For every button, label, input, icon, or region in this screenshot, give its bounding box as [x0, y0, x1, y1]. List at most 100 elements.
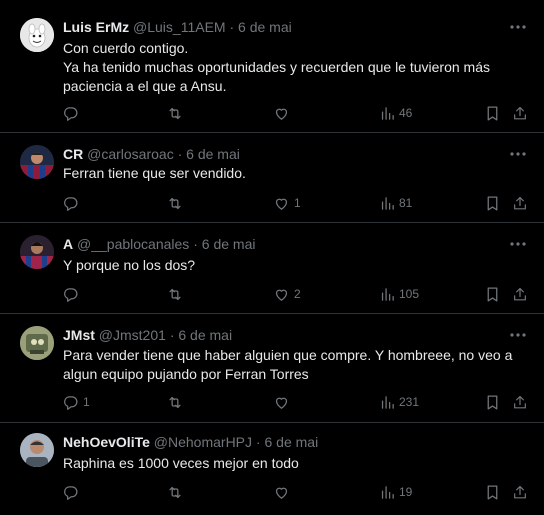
author-name[interactable]: CR — [63, 146, 83, 162]
author-handle[interactable]: @Luis_11AEM — [133, 19, 226, 35]
views-button[interactable]: 46 — [380, 103, 412, 123]
timestamp[interactable]: 6 de mai — [186, 146, 240, 162]
reply-button[interactable]: 1 — [62, 392, 90, 412]
retweet-button[interactable] — [166, 392, 184, 412]
tweet-text-line: Ferran tiene que ser vendido. — [63, 165, 246, 181]
bookmark-button[interactable] — [485, 482, 500, 502]
reply-button[interactable] — [62, 482, 83, 502]
heart-icon — [275, 198, 288, 210]
bookmark-icon — [487, 195, 498, 211]
more-dots-icon — [510, 242, 526, 246]
tweet-text-line: paciencia a el que a Ansu. — [63, 78, 227, 94]
tweet-text: Con cuerdo contigo. Ya ha tenido muchas … — [63, 39, 523, 96]
views-button[interactable]: 231 — [380, 392, 419, 412]
like-button[interactable] — [273, 482, 294, 502]
retweet-button[interactable] — [166, 103, 184, 123]
more-dots-icon — [510, 25, 526, 29]
reply-button[interactable] — [62, 103, 83, 123]
like-button[interactable] — [273, 392, 294, 412]
reply-button[interactable] — [62, 284, 83, 304]
bookmark-button[interactable] — [485, 284, 500, 304]
author-handle[interactable]: @NehomarHPJ — [154, 434, 252, 450]
timestamp[interactable]: 6 de mai — [202, 236, 256, 252]
timestamp[interactable]: 6 de mai — [178, 327, 232, 343]
retweet-icon — [169, 107, 181, 119]
separator: · — [229, 19, 235, 35]
author-name[interactable]: A — [63, 236, 73, 252]
view-count: 231 — [399, 395, 420, 409]
retweet-button[interactable] — [166, 284, 184, 304]
like-button[interactable]: 2 — [273, 284, 301, 304]
share-button[interactable] — [512, 284, 528, 304]
reply-button[interactable] — [62, 193, 83, 213]
author-handle[interactable]: @Jmst201 — [99, 327, 166, 343]
share-button[interactable] — [512, 103, 528, 123]
views-chart-icon — [381, 395, 394, 409]
view-count: 19 — [399, 485, 413, 499]
share-icon — [514, 485, 526, 498]
separator: · — [177, 146, 183, 162]
more-options-button[interactable] — [510, 236, 526, 252]
tweet-actions: 19 — [0, 482, 544, 502]
timestamp[interactable]: 6 de mai — [238, 19, 292, 35]
more-options-button[interactable] — [510, 146, 526, 162]
bookmark-button[interactable] — [485, 103, 500, 123]
view-count: 46 — [399, 106, 413, 120]
tweet-card[interactable]: CR @carlosaroac · 6 de mai Ferran tiene … — [0, 133, 544, 223]
views-button[interactable]: 19 — [380, 482, 412, 502]
avatar[interactable] — [20, 18, 54, 52]
retweet-icon — [169, 197, 181, 209]
reply-icon — [64, 485, 78, 500]
share-icon — [514, 196, 526, 209]
view-count: 81 — [399, 196, 413, 210]
retweet-icon — [169, 288, 181, 300]
tweet-header: A @__pablocanales · 6 de mai — [63, 235, 255, 253]
like-button[interactable] — [273, 103, 294, 123]
like-button[interactable]: 1 — [273, 193, 301, 213]
views-button[interactable]: 81 — [380, 193, 412, 213]
tweet-card[interactable]: JMst @Jmst201 · 6 de mai Para vender tie… — [0, 314, 544, 423]
tweet-actions: 46 — [0, 103, 544, 123]
bookmark-icon — [487, 394, 498, 410]
bookmark-button[interactable] — [485, 193, 500, 213]
reply-icon — [64, 287, 78, 302]
retweet-icon — [169, 486, 181, 498]
share-button[interactable] — [512, 482, 528, 502]
reply-count: 1 — [83, 395, 90, 409]
more-dots-icon — [510, 333, 526, 337]
tweet-card[interactable]: Luis ErMz @Luis_11AEM · 6 de mai Con cue… — [0, 0, 544, 133]
tweet-text-line: Y porque no los dos? — [63, 257, 196, 273]
author-handle[interactable]: @carlosaroac — [87, 146, 174, 162]
avatar-image-icon — [20, 145, 54, 179]
more-dots-icon — [510, 152, 526, 156]
author-handle[interactable]: @__pablocanales — [77, 236, 189, 252]
more-options-button[interactable] — [510, 327, 526, 343]
tweet-text-line: Para vender tiene que haber alguien que … — [63, 347, 513, 363]
bookmark-button[interactable] — [485, 392, 500, 412]
avatar-image-icon — [20, 326, 54, 360]
author-name[interactable]: Luis ErMz — [63, 19, 129, 35]
retweet-button[interactable] — [166, 482, 184, 502]
tweet-text-line: algun equipo pujando por Ferran Torres — [63, 366, 309, 382]
more-options-button[interactable] — [510, 19, 526, 35]
share-button[interactable] — [512, 193, 528, 213]
tweet-card[interactable]: A @__pablocanales · 6 de mai Y porque no… — [0, 223, 544, 314]
tweet-actions: 1 81 — [0, 193, 544, 213]
avatar[interactable] — [20, 235, 54, 269]
reply-icon — [64, 196, 78, 211]
tweet-card[interactable]: NehOevOliTe @NehomarHPJ · 6 de mai Raphi… — [0, 423, 544, 515]
author-name[interactable]: JMst — [63, 327, 95, 343]
share-icon — [514, 287, 526, 300]
timestamp[interactable]: 6 de mai — [264, 434, 318, 450]
avatar[interactable] — [20, 433, 54, 467]
bookmark-icon — [487, 105, 498, 121]
author-name[interactable]: NehOevOliTe — [63, 434, 150, 450]
share-button[interactable] — [512, 392, 528, 412]
avatar[interactable] — [20, 145, 54, 179]
share-icon — [514, 106, 526, 119]
tweet-actions: 1 231 — [0, 392, 544, 412]
avatar[interactable] — [20, 326, 54, 360]
heart-icon — [275, 289, 288, 301]
retweet-button[interactable] — [166, 193, 184, 213]
views-button[interactable]: 105 — [380, 284, 419, 304]
